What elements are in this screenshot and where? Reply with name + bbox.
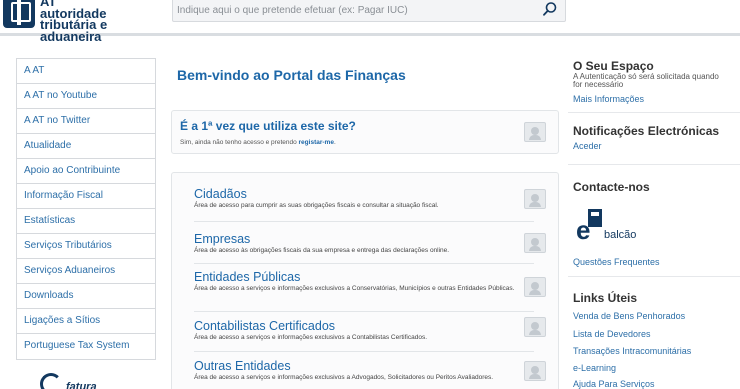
link-venda-bens[interactable]: Venda de Bens Penhorados [573, 311, 685, 321]
link-e-learning[interactable]: e-Learning [573, 363, 616, 373]
entry-title[interactable]: Contabilistas Certificados [194, 319, 524, 333]
access-areas-panel: Cidadãos Área de acesso para cumprir as … [171, 172, 559, 389]
page-title: Bem-vindo ao Portal das Finanças [177, 67, 406, 83]
nav-item-twitter[interactable]: A AT no Twitter [17, 109, 155, 134]
search-input[interactable] [173, 0, 533, 21]
entry-desc: Área de acesso para cumprir as suas obri… [194, 202, 439, 209]
nav-item-portuguese-tax[interactable]: Portuguese Tax System [17, 334, 155, 359]
first-time-subtitle: Sim, ainda não tenho acesso e pretendo r… [180, 139, 336, 146]
entry-outras-entidades[interactable]: Outras Entidades Área de acesso a serviç… [194, 359, 524, 381]
link-lista-devedores[interactable]: Lista de Devedores [573, 329, 651, 339]
entry-cidadaos[interactable]: Cidadãos Área de acesso para cumprir as … [194, 187, 524, 209]
left-navigation: A AT A AT no Youtube A AT no Twitter Atu… [16, 58, 156, 360]
logo-line-3: tributária e aduaneira [40, 17, 108, 44]
questoes-frequentes-link[interactable]: Questões Frequentes [573, 257, 660, 267]
efatura-label: fatura [66, 381, 97, 389]
divider [568, 112, 740, 113]
first-time-title: É a 1ª vez que utiliza este site? [180, 119, 356, 133]
register-link[interactable]: registar-me [299, 139, 334, 146]
nav-item-downloads[interactable]: Downloads [17, 284, 155, 309]
nav-item-a-at[interactable]: A AT [17, 59, 155, 84]
divider [568, 164, 740, 165]
first-time-box: É a 1ª vez que utiliza este site? Sim, a… [171, 110, 559, 154]
header: AT autoridade tributária e aduaneira [0, 0, 740, 43]
nav-item-servicos-tributarios[interactable]: Serviços Tributários [17, 234, 155, 259]
divider [194, 311, 534, 312]
nav-item-informacao-fiscal[interactable]: Informação Fiscal [17, 184, 155, 209]
entry-title[interactable]: Cidadãos [194, 187, 524, 201]
nav-item-estatisticas[interactable]: Estatísticas [17, 209, 155, 234]
other-entity-icon [524, 361, 546, 381]
accountant-icon [524, 317, 546, 337]
entry-desc: Área de acesso a serviços e informações … [194, 374, 494, 381]
divider [194, 263, 534, 264]
search-box [172, 0, 566, 22]
entry-empresas[interactable]: Empresas Área de acesso às obrigações fi… [194, 232, 524, 254]
ebalcao-label: balcão [604, 229, 637, 241]
notificacoes-title: Notificações Electrónicas [573, 124, 720, 138]
efatura-logo[interactable]: fatura [40, 371, 130, 389]
entry-title[interactable]: Outras Entidades [194, 359, 524, 373]
company-icon [524, 233, 546, 253]
entry-entidades-publicas[interactable]: Entidades Públicas Área de acesso a serv… [194, 270, 524, 292]
nav-item-atualidade[interactable]: Atualidade [17, 134, 155, 159]
nav-item-youtube[interactable]: A AT no Youtube [17, 84, 155, 109]
first-time-suffix: . [333, 139, 336, 146]
entry-contabilistas[interactable]: Contabilistas Certificados Área de acess… [194, 319, 524, 341]
search-icon[interactable] [542, 1, 558, 17]
entry-desc: Área de acesso a serviços e informações … [194, 334, 428, 341]
nav-item-servicos-aduaneiros[interactable]: Serviços Aduaneiros [17, 259, 155, 284]
link-ajuda-servicos[interactable]: Ajuda Para Serviços [573, 379, 655, 389]
seu-espaco-title: O Seu Espaço [573, 59, 654, 73]
ebalcao-building-icon [588, 209, 602, 227]
efatura-ring-icon [40, 373, 62, 389]
entry-title[interactable]: Empresas [194, 232, 524, 246]
aceder-link[interactable]: Aceder [573, 141, 602, 151]
divider [194, 221, 534, 222]
public-entity-icon [524, 277, 546, 297]
first-time-prefix: Sim, ainda não tenho acesso e pretendo [180, 139, 299, 146]
nav-item-apoio[interactable]: Apoio ao Contribuinte [17, 159, 155, 184]
entry-title[interactable]: Entidades Públicas [194, 270, 524, 284]
seu-espaco-note: A Autenticação só será solicitada quando… [573, 72, 719, 89]
links-uteis-title: Links Úteis [573, 291, 638, 305]
link-transacoes[interactable]: Transações Intracomunitárias [573, 346, 691, 356]
ebalcao-logo[interactable]: e balcão [576, 209, 646, 247]
at-emblem-icon [3, 0, 35, 28]
citizen-icon [524, 189, 546, 209]
mais-informacoes-link[interactable]: Mais Informações [573, 94, 644, 104]
at-logo[interactable]: AT autoridade tributária e aduaneira [0, 0, 170, 43]
divider [194, 351, 534, 352]
user-icon [524, 122, 546, 142]
entry-desc: Área de acesso a serviços e informações … [194, 285, 515, 292]
entry-desc: Área de acesso às obrigações fiscais da … [194, 247, 450, 254]
divider [568, 276, 740, 277]
contacte-nos-title: Contacte-nos [573, 180, 650, 194]
nav-item-ligacoes[interactable]: Ligações a Sítios [17, 309, 155, 334]
